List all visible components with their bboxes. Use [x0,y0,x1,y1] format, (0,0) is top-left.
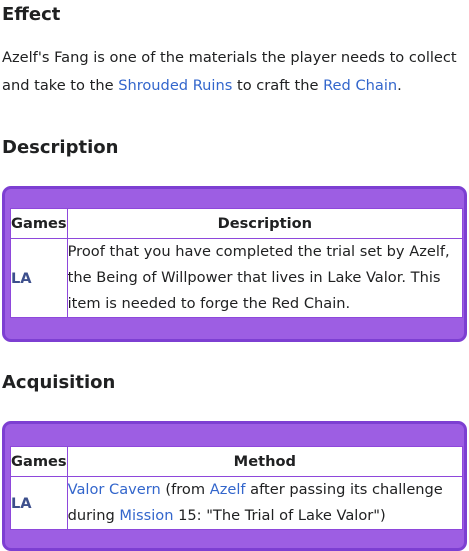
valor-cavern-link[interactable]: Valor Cavern [68,481,161,498]
game-code-la: LA [10,238,68,318]
effect-heading: Effect [2,4,61,25]
description-header-row: Games Description [10,208,464,239]
acquisition-table: Games Method LA Valor Cavern (from Azelf… [10,446,464,530]
effect-paragraph: Azelf's Fang is one of the materials the… [2,44,469,100]
game-code-la: LA [10,476,68,530]
acquisition-table-panel: Games Method LA Valor Cavern (from Azelf… [2,421,467,551]
acquisition-header-row: Games Method [10,446,464,477]
method-text-1: (from [160,481,210,498]
table-row: LA Proof that you have completed the tri… [10,238,464,318]
mission-link[interactable]: Mission [119,507,173,524]
acquisition-heading: Acquisition [2,372,116,393]
method-text-3: 15: "The Trial of Lake Valor") [173,507,386,524]
description-column-header: Description [66,208,464,239]
description-table-panel: Games Description LA Proof that you have… [2,186,467,342]
games-column-header: Games [10,208,68,239]
description-cell: Proof that you have completed the trial … [66,238,464,318]
method-cell: Valor Cavern (from Azelf after passing i… [66,476,464,530]
description-table: Games Description LA Proof that you have… [10,208,464,318]
table-row: LA Valor Cavern (from Azelf after passin… [10,476,464,530]
description-heading: Description [2,137,119,158]
shrouded-ruins-link[interactable]: Shrouded Ruins [118,77,232,94]
effect-text-2: to craft the [232,77,324,94]
method-column-header: Method [66,446,464,477]
page: Effect Azelf's Fang is one of the materi… [0,0,469,551]
effect-text-3: . [397,77,402,94]
red-chain-link[interactable]: Red Chain [323,77,397,94]
azelf-link[interactable]: Azelf [210,481,246,498]
games-column-header: Games [10,446,68,477]
